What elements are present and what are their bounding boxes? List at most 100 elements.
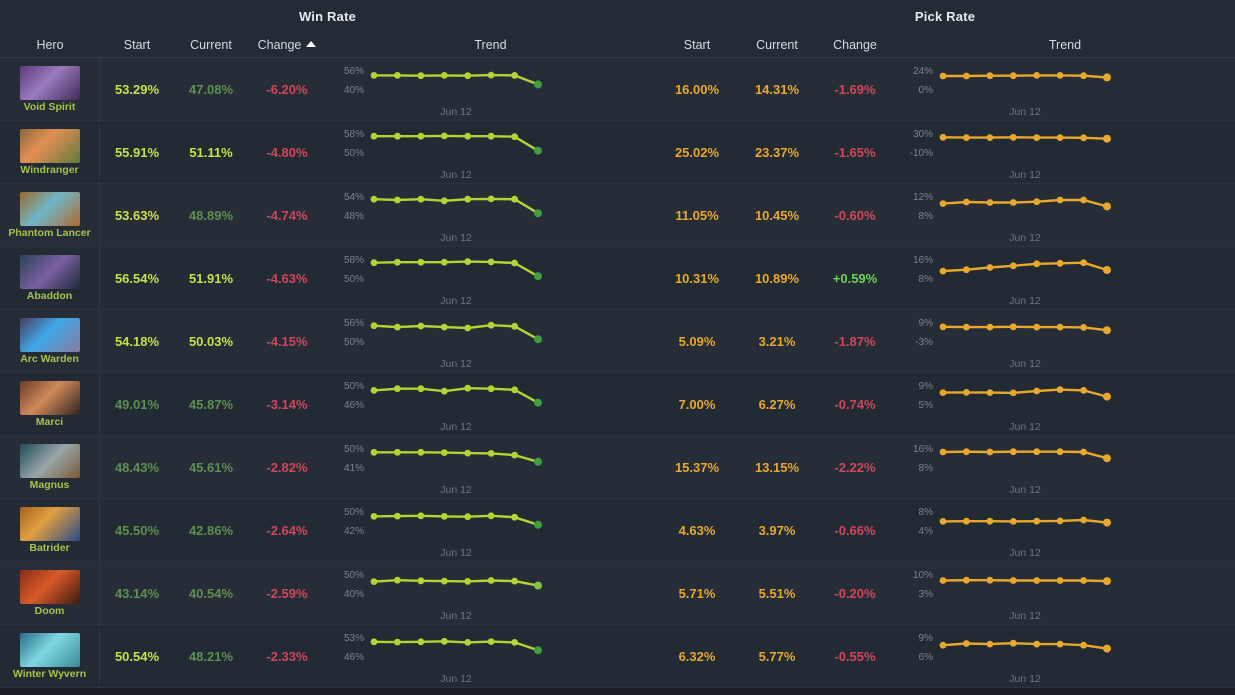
win-trend-date: Jun 12 [368,484,544,496]
win-axis-max: 50% [344,570,364,581]
pick-start-value: 6.32% [655,649,739,664]
hero-cell[interactable]: Batrider [0,499,100,562]
hero-cell[interactable]: Abaddon [0,247,100,310]
win-trend-axis: 58%50% [332,129,368,175]
batrider-portrait[interactable] [20,507,80,541]
hero-name[interactable]: Marci [2,417,98,428]
column-header-win-current[interactable]: Current [174,38,248,52]
win-trend-cell: 56%50%Jun 12 [326,310,655,373]
magnus-portrait[interactable] [20,444,80,478]
win-sparkline[interactable]: Jun 12 [368,315,544,367]
pick-sparkline[interactable]: Jun 12 [937,252,1113,304]
win-sparkline[interactable]: Jun 12 [368,189,544,241]
hero-cell[interactable]: Void Spirit [0,58,100,121]
win-sparkline[interactable]: Jun 12 [368,252,544,304]
pick-trend-date: Jun 12 [937,169,1113,181]
doom-portrait[interactable] [20,570,80,604]
pick-trend-cell: 16%8%Jun 12 [895,247,1235,310]
pick-sparkline[interactable]: Jun 12 [937,630,1113,682]
hero-cell[interactable]: Marci [0,373,100,436]
winter-wyvern-portrait[interactable] [20,633,80,667]
win-trend-axis: 50%46% [332,381,368,427]
hero-name[interactable]: Batrider [2,543,98,554]
hero-cell[interactable]: Phantom Lancer [0,184,100,247]
hero-cell[interactable]: Doom [0,562,100,625]
pick-trend-axis: 9%-3% [901,318,937,364]
pick-sparkline[interactable]: Jun 12 [937,189,1113,241]
win-axis-max: 58% [344,129,364,140]
void-spirit-portrait[interactable] [20,66,80,100]
win-axis-min: 48% [344,211,364,222]
marci-portrait[interactable] [20,381,80,415]
table-row[interactable]: Doom43.14%40.54%-2.59%50%40%Jun 125.71%5… [0,562,1235,625]
windranger-portrait[interactable] [20,129,80,163]
win-sparkline[interactable]: Jun 12 [368,504,544,556]
column-header-pick-start[interactable]: Start [655,38,739,52]
hero-cell[interactable]: Winter Wyvern [0,625,100,688]
column-header-hero[interactable]: Hero [0,38,100,52]
pick-sparkline[interactable]: Jun 12 [937,504,1113,556]
column-header-pick-current[interactable]: Current [739,38,815,52]
win-sparkline[interactable]: Jun 12 [368,567,544,619]
win-current-value: 48.89% [174,208,248,223]
pick-axis-max: 9% [919,381,933,392]
pick-sparkline[interactable]: Jun 12 [937,567,1113,619]
pick-current-value: 14.31% [739,82,815,97]
column-header-win-change[interactable]: Change [248,38,326,52]
win-sparkline[interactable]: Jun 12 [368,441,544,493]
pick-trend-date: Jun 12 [937,358,1113,370]
column-header-win-start[interactable]: Start [100,38,174,52]
phantom-lancer-portrait[interactable] [20,192,80,226]
table-row[interactable]: Marci49.01%45.87%-3.14%50%46%Jun 127.00%… [0,373,1235,436]
win-trend-cell: 53%46%Jun 12 [326,625,655,688]
hero-name[interactable]: Magnus [2,480,98,491]
hero-cell[interactable]: Windranger [0,121,100,184]
hero-name[interactable]: Abaddon [2,291,98,302]
hero-name[interactable]: Doom [2,606,98,617]
pick-sparkline[interactable]: Jun 12 [937,378,1113,430]
win-change-value: -6.20% [248,82,326,97]
table-row[interactable]: Magnus48.43%45.61%-2.82%50%41%Jun 1215.3… [0,436,1235,499]
pick-axis-max: 16% [913,255,933,266]
pick-current-value: 13.15% [739,460,815,475]
hero-name[interactable]: Arc Warden [2,354,98,365]
pick-sparkline[interactable]: Jun 12 [937,126,1113,178]
table-row[interactable]: Abaddon56.54%51.91%-4.63%58%50%Jun 1210.… [0,247,1235,310]
column-header-win-trend: Trend [326,38,655,52]
table-row[interactable]: Arc Warden54.18%50.03%-4.15%56%50%Jun 12… [0,310,1235,373]
hero-cell[interactable]: Arc Warden [0,310,100,373]
pick-sparkline[interactable]: Jun 12 [937,63,1113,115]
table-row[interactable]: Windranger55.91%51.11%-4.80%58%50%Jun 12… [0,121,1235,184]
pick-sparkline[interactable]: Jun 12 [937,315,1113,367]
hero-name[interactable]: Void Spirit [2,102,98,113]
abaddon-portrait[interactable] [20,255,80,289]
column-header-pick-change[interactable]: Change [815,38,895,52]
win-sparkline[interactable]: Jun 12 [368,126,544,178]
column-header-row: Hero Start Current Change Trend Start Cu… [0,32,1235,58]
pick-change-value: -0.66% [815,523,895,538]
win-trend-cell: 58%50%Jun 12 [326,247,655,310]
hero-name[interactable]: Phantom Lancer [2,228,98,239]
pick-start-value: 4.63% [655,523,739,538]
win-axis-min: 40% [344,589,364,600]
pick-trend-axis: 12%8% [901,192,937,238]
pick-trend-cell: 9%-3%Jun 12 [895,310,1235,373]
win-sparkline[interactable]: Jun 12 [368,63,544,115]
pick-trend-axis: 9%5% [901,381,937,427]
hero-name[interactable]: Windranger [2,165,98,176]
pick-start-value: 5.71% [655,586,739,601]
arc-warden-portrait[interactable] [20,318,80,352]
win-sparkline[interactable]: Jun 12 [368,378,544,430]
table-row[interactable]: Void Spirit53.29%47.08%-6.20%56%40%Jun 1… [0,58,1235,121]
pick-sparkline[interactable]: Jun 12 [937,441,1113,493]
table-row[interactable]: Winter Wyvern50.54%48.21%-2.33%53%46%Jun… [0,625,1235,688]
hero-cell[interactable]: Magnus [0,436,100,499]
table-row[interactable]: Phantom Lancer53.63%48.89%-4.74%54%48%Ju… [0,184,1235,247]
pick-trend-axis: 30%-10% [901,129,937,175]
win-sparkline[interactable]: Jun 12 [368,630,544,682]
table-row[interactable]: Batrider45.50%42.86%-2.64%50%42%Jun 124.… [0,499,1235,562]
win-trend-date: Jun 12 [368,358,544,370]
pick-change-value: -1.69% [815,82,895,97]
group-header-win-rate: Win Rate [0,9,655,24]
hero-name[interactable]: Winter Wyvern [2,669,98,680]
